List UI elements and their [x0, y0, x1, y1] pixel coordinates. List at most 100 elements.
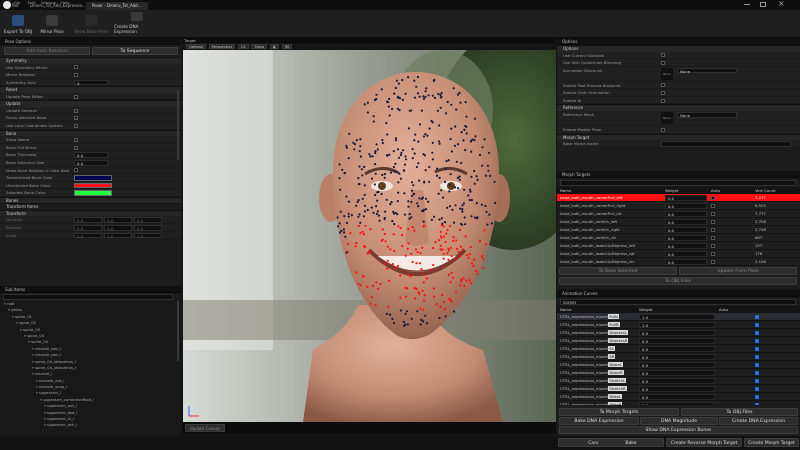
vertex-marker[interactable] — [422, 281, 425, 284]
vertex-marker[interactable] — [403, 169, 406, 172]
curve-row-auto-checkbox[interactable] — [755, 402, 760, 405]
vertex-marker[interactable] — [387, 105, 390, 108]
vertex-marker[interactable] — [410, 109, 413, 112]
vertex-marker[interactable] — [374, 150, 377, 153]
curve-row-auto-checkbox[interactable] — [755, 386, 760, 392]
vertex-marker[interactable] — [421, 246, 424, 249]
vertex-marker[interactable] — [440, 217, 443, 220]
vertex-marker[interactable] — [476, 272, 479, 275]
vertex-marker[interactable] — [416, 310, 419, 313]
vertex-marker[interactable] — [345, 146, 348, 149]
vertex-marker[interactable] — [468, 253, 471, 256]
vertex-marker[interactable] — [465, 254, 468, 257]
vertex-marker[interactable] — [422, 97, 426, 100]
vertex-marker[interactable] — [445, 112, 448, 115]
vertex-marker[interactable] — [438, 140, 441, 143]
vertex-marker[interactable] — [449, 246, 452, 249]
vertex-marker[interactable] — [407, 273, 410, 277]
vertex-marker[interactable] — [443, 308, 446, 311]
curve-row-auto-checkbox[interactable] — [755, 346, 760, 352]
vertex-marker[interactable] — [461, 210, 464, 213]
vertex-marker[interactable] — [391, 107, 394, 111]
vertex-marker[interactable] — [374, 172, 377, 175]
vertex-marker[interactable] — [363, 204, 366, 207]
morph-row-weight-input[interactable]: 0.0 — [665, 195, 707, 201]
rotation-y-input[interactable]: 0.0 — [104, 225, 132, 231]
vertex-marker[interactable] — [450, 271, 453, 275]
vertex-marker[interactable] — [396, 107, 399, 110]
rotation-z-input[interactable]: 0.0 — [134, 225, 162, 231]
vertex-marker[interactable] — [443, 235, 446, 238]
vertex-marker[interactable] — [447, 273, 450, 277]
vertex-marker[interactable] — [396, 96, 399, 99]
vertex-marker[interactable] — [404, 254, 407, 257]
update-pose-editor-checkbox[interactable] — [74, 94, 78, 99]
vertex-marker[interactable] — [352, 141, 355, 144]
vertex-marker[interactable] — [407, 242, 410, 245]
viewport-options-button[interactable]: Options — [186, 44, 206, 50]
vertex-marker[interactable] — [349, 232, 352, 235]
vertex-marker[interactable] — [393, 92, 396, 95]
vertex-marker[interactable] — [432, 246, 435, 250]
vertex-marker[interactable] — [381, 238, 384, 241]
vertex-marker[interactable] — [446, 252, 449, 255]
morph-row-auto-checkbox[interactable] — [711, 259, 715, 264]
vertex-marker[interactable] — [448, 183, 451, 186]
vertex-marker[interactable] — [450, 150, 453, 153]
vertex-marker[interactable] — [375, 93, 378, 96]
vertex-marker[interactable] — [357, 177, 360, 180]
vertex-marker[interactable] — [419, 252, 422, 255]
vertex-marker[interactable] — [359, 145, 362, 148]
vertex-marker[interactable] — [422, 220, 425, 223]
curves-col-name[interactable]: Name — [560, 306, 571, 313]
vertex-marker[interactable] — [481, 254, 484, 258]
vertex-marker[interactable] — [418, 262, 421, 265]
vertex-marker[interactable] — [433, 215, 436, 218]
vertex-marker[interactable] — [446, 229, 449, 232]
vertex-marker[interactable] — [440, 189, 443, 192]
vertex-marker[interactable] — [484, 243, 488, 246]
vertex-marker[interactable] — [375, 143, 378, 146]
curve-row-weight-input[interactable]: 0.0 — [639, 394, 715, 400]
vertex-marker[interactable] — [422, 273, 425, 276]
vertex-marker[interactable] — [441, 222, 444, 225]
vertex-marker[interactable] — [439, 244, 442, 247]
pose-options-scrollbar[interactable] — [177, 90, 179, 160]
vertex-marker[interactable] — [386, 259, 389, 262]
vertex-marker[interactable] — [435, 303, 438, 306]
vertex-marker[interactable] — [420, 109, 423, 112]
vertex-marker[interactable] — [464, 148, 467, 152]
viewport-fov-value[interactable]: 90 — [281, 44, 293, 50]
vertex-marker[interactable] — [422, 95, 425, 98]
vertex-marker[interactable] — [433, 295, 436, 298]
viewport-show-button[interactable]: Show — [251, 44, 268, 50]
tab-poser[interactable]: Poser - Dmeru_Tst_Add... — [86, 2, 148, 10]
morph-table-row[interactable]: head_lod0_mouth_stretch_left 0.0 2,708 — [557, 218, 800, 226]
vertex-marker[interactable] — [413, 79, 416, 82]
vertex-marker[interactable] — [451, 276, 454, 279]
curve-row-weight-input[interactable]: 1.0 — [639, 314, 715, 320]
curves-to-obj-files-button[interactable]: To OBJ Files — [681, 408, 798, 416]
vertex-marker[interactable] — [380, 192, 383, 196]
vertex-marker[interactable] — [440, 91, 443, 95]
vertex-marker[interactable] — [401, 98, 404, 101]
vertex-marker[interactable] — [396, 171, 399, 174]
vertex-marker[interactable] — [343, 172, 346, 175]
vertex-marker[interactable] — [400, 151, 403, 154]
vertex-marker[interactable] — [381, 138, 384, 142]
vertex-marker[interactable] — [396, 200, 399, 203]
morph-col-weight[interactable]: Weight — [665, 187, 679, 194]
vertex-marker[interactable] — [456, 248, 459, 251]
vertex-marker[interactable] — [368, 153, 371, 156]
vertex-marker[interactable] — [439, 305, 442, 308]
vertex-marker[interactable] — [373, 98, 376, 102]
morph-table-row[interactable]: head_lod0_mouth_stretch_ctr 0.0 687 — [557, 234, 800, 242]
vertex-marker[interactable] — [470, 175, 473, 178]
vertex-marker[interactable] — [439, 96, 442, 99]
vertex-marker[interactable] — [485, 210, 488, 213]
curve-row-auto-checkbox[interactable] — [755, 394, 760, 400]
vertex-marker[interactable] — [397, 156, 401, 159]
vertex-marker[interactable] — [407, 127, 410, 130]
create-dna-expression-panel-button[interactable]: Create DNA Expression — [719, 417, 798, 425]
vertex-marker[interactable] — [394, 162, 397, 165]
